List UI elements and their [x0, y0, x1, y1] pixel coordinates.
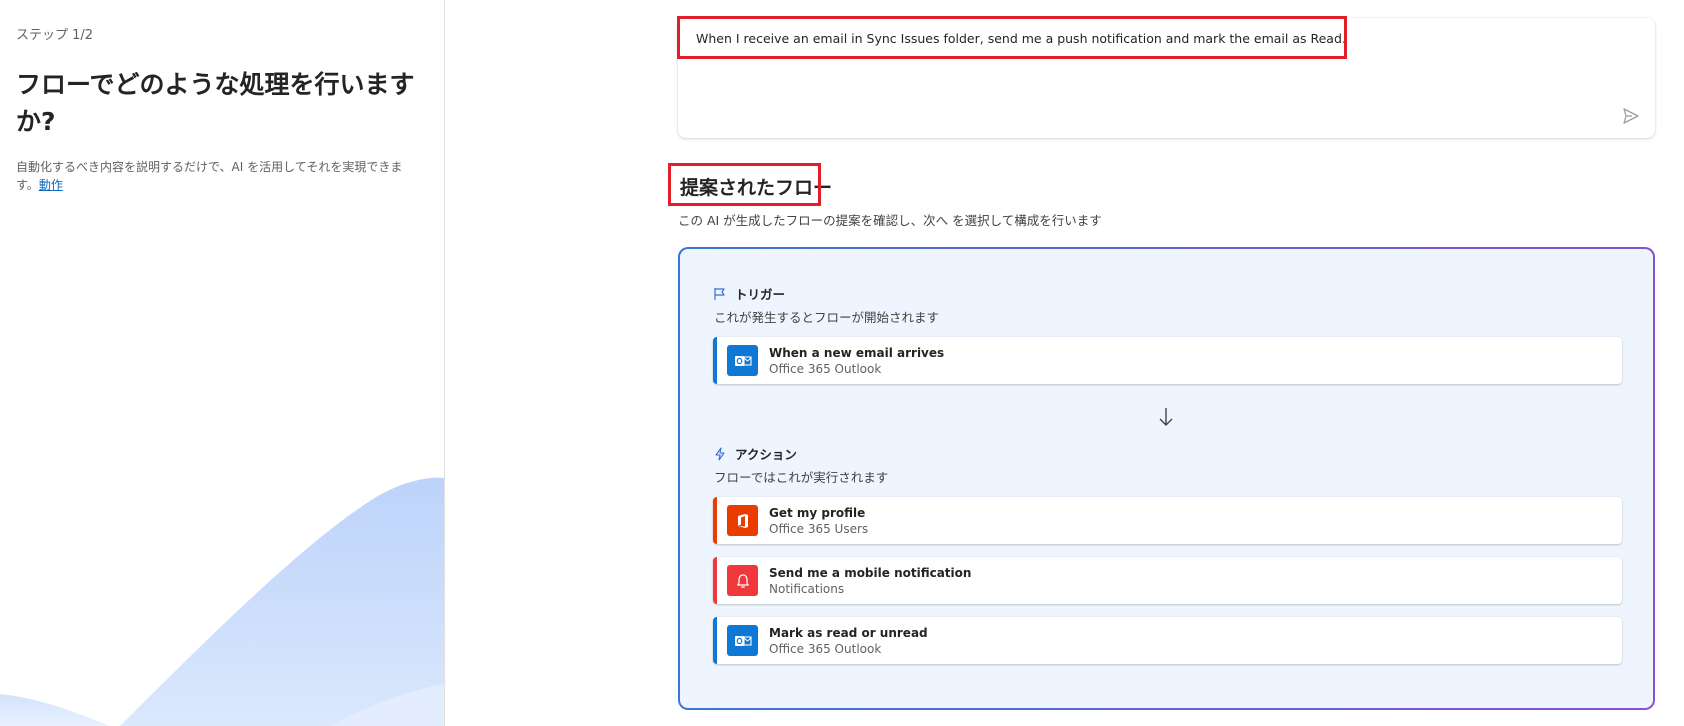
step-title: When a new email arrives	[769, 346, 945, 360]
lightning-icon	[715, 446, 725, 461]
flag-icon	[714, 287, 725, 300]
step-accent-bar	[713, 337, 717, 384]
how-it-works-link[interactable]: 動作	[39, 178, 63, 192]
action-step-card[interactable]: Get my profile Office 365 Users	[713, 497, 1622, 544]
action-label-text: アクション	[735, 447, 797, 462]
step-title: Get my profile	[769, 506, 866, 520]
arrow-down-icon	[1159, 408, 1173, 426]
action-step-card[interactable]: Mark as read or unread Office 365 Outloo…	[713, 617, 1622, 664]
description-text: 自動化するべき内容を説明するだけで、AI を活用してそれを実現できます。	[16, 160, 403, 192]
flow-card-body: トリガー これが発生するとフローが開始されます When a new email…	[680, 249, 1653, 708]
trigger-description: これが発生するとフローが開始されます	[714, 310, 940, 325]
action-label: アクション	[713, 444, 797, 463]
action-description: フローではこれが実行されます	[714, 470, 889, 485]
outlook-icon	[727, 345, 758, 376]
office-icon	[727, 505, 758, 536]
trigger-label-text: トリガー	[735, 287, 786, 302]
trigger-label: トリガー	[713, 284, 785, 303]
suggested-flow-subheading: この AI が生成したフローの提案を確認し、次へ を選択して構成を行います	[678, 213, 1102, 228]
step-indicator: ステップ 1/2	[16, 28, 94, 43]
action-step-card[interactable]: Send me a mobile notification Notificati…	[713, 557, 1622, 604]
decorative-wave	[0, 477, 444, 726]
page-description: 自動化するべき内容を説明するだけで、AI を活用してそれを実現できます。動作	[16, 158, 416, 194]
step-accent-bar	[713, 617, 717, 664]
send-icon[interactable]	[1621, 106, 1641, 126]
step-connector: Office 365 Outlook	[769, 362, 882, 376]
step-connector: Office 365 Users	[769, 522, 869, 536]
step-accent-bar	[713, 557, 717, 604]
step-title: Mark as read or unread	[769, 626, 928, 640]
outlook-icon	[727, 625, 758, 656]
suggested-flow-card: トリガー これが発生するとフローが開始されます When a new email…	[678, 247, 1655, 710]
step-accent-bar	[713, 497, 717, 544]
page-title: フローでどのような処理を行いますか?	[16, 70, 415, 136]
step-connector: Office 365 Outlook	[769, 642, 882, 656]
prompt-highlight-box	[677, 16, 1347, 59]
left-panel: ステップ 1/2 フローでどのような処理を行いますか? 自動化するべき内容を説明…	[0, 0, 445, 726]
app-root: ステップ 1/2 フローでどのような処理を行いますか? 自動化するべき内容を説明…	[0, 0, 1684, 726]
heading-highlight-box	[668, 163, 821, 206]
step-title: Send me a mobile notification	[769, 566, 972, 580]
trigger-step-card[interactable]: When a new email arrives Office 365 Outl…	[713, 337, 1622, 384]
bell-icon	[727, 565, 758, 596]
step-connector: Notifications	[769, 582, 845, 596]
